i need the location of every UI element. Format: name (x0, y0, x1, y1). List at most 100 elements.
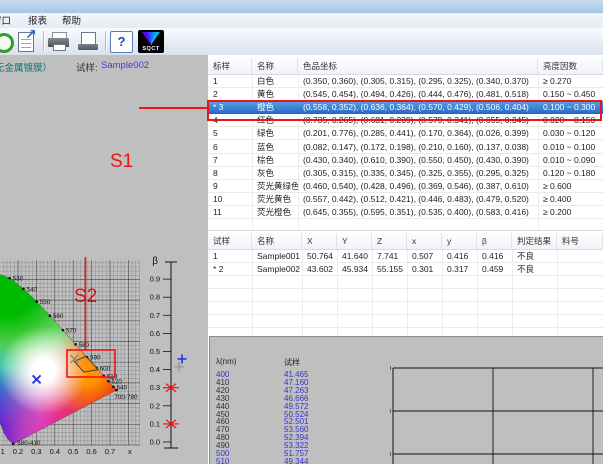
beta-tick-label: 0.9 (150, 275, 160, 284)
empty-row (208, 315, 603, 328)
export-report-icon[interactable]: ↗ (15, 30, 41, 53)
x-axis-tick: 0.3 (31, 447, 41, 456)
cell: 0.120 ~ 0.180 (538, 167, 603, 180)
toolbar-separator (105, 31, 106, 51)
standard-row[interactable]: 8灰色(0.305, 0.315), (0.335, 0.345), (0.32… (208, 167, 603, 180)
menu-item-window[interactable]: 窗口 (0, 15, 11, 28)
cell: 0.030 ~ 0.120 (538, 127, 603, 140)
cell: 不良 (512, 263, 557, 276)
standard-row[interactable]: 5绿色(0.201, 0.776), (0.285, 0.441), (0.17… (208, 127, 603, 140)
cell: (0.557, 0.442), (0.512, 0.421), (0.446, … (298, 193, 538, 206)
empty-row (208, 276, 603, 289)
standard-row[interactable]: 4红色(0.735, 0.265), (0.681, 0.239), (0.57… (208, 114, 603, 127)
reflectance-value: 49.344 (284, 457, 308, 464)
cell: 荧光黄绿色 (252, 180, 298, 193)
x-axis-tick: 0.6 (86, 447, 96, 456)
sample-row[interactable]: * 2Sample00243.60245.93455.1550.3010.317… (208, 263, 603, 276)
sample-row[interactable]: 1Sample00150.76441.6407.7410.5070.4160.4… (208, 250, 603, 263)
column-header[interactable]: 料号 (557, 233, 603, 250)
cell: * 3 (208, 101, 252, 114)
coating-type-text: 无金属镀膜） (0, 60, 52, 74)
cell: 0.317 (442, 263, 477, 276)
column-header[interactable]: x (407, 233, 442, 250)
standard-row[interactable]: 10荧光黄色(0.557, 0.442), (0.512, 0.421), (0… (208, 193, 603, 206)
standard-row[interactable]: 1白色(0.350, 0.360), (0.305, 0.315), (0.29… (208, 75, 603, 88)
cell: 55.155 (372, 263, 407, 276)
locus-dot (35, 300, 38, 303)
y-axis-tick-label: 60 (390, 450, 392, 459)
toolbar: ↗ ? SQCT (0, 28, 603, 56)
column-header[interactable]: 试样 (208, 233, 252, 250)
beta-tick-label: 0.1 (150, 419, 160, 428)
cell: ≥ 0.600 (538, 180, 603, 193)
spectral-chart-svg: 1008060 (390, 335, 603, 464)
sqct-app-window: 窗口 报表 帮助 ↗ ? SQCT 无金属镀膜） 试样: Sample002 S… (0, 0, 603, 464)
locus-label: 570 (66, 328, 77, 335)
x-axis-label: x (128, 447, 132, 456)
cell: ≥ 0.200 (538, 206, 603, 219)
standard-row[interactable]: 7棕色(0.430, 0.340), (0.610, 0.390), (0.55… (208, 154, 603, 167)
locus-label: 600 (100, 365, 111, 372)
locus-label: 590 (90, 355, 101, 362)
sample002-beta-marker (178, 354, 187, 363)
locus-label: 380-410 (17, 440, 41, 447)
cell (557, 263, 603, 276)
cell: 9 (208, 180, 252, 193)
menu-item-help[interactable]: 帮助 (62, 15, 81, 28)
cell: 0.301 (407, 263, 442, 276)
cell: 红色 (252, 114, 298, 127)
beta-tick-label: 0.4 (150, 365, 160, 374)
cell: 0.150 ~ 0.450 (538, 88, 603, 101)
beta-tick-label: 0.3 (150, 383, 160, 392)
x-axis-tick: 0.7 (105, 447, 115, 456)
standard-row[interactable]: 9荧光黄绿色(0.460, 0.540), (0.428, 0.496), (0… (208, 180, 603, 193)
beta-axis: β0.90.80.70.60.50.40.30.20.10.0 (150, 256, 187, 448)
cell: 黄色 (252, 88, 298, 101)
standard-row[interactable]: * 3橙色(0.558, 0.352), (0.636, 0.364), (0.… (208, 101, 603, 114)
column-header[interactable]: Z (372, 233, 407, 250)
cell: 41.640 (337, 250, 372, 263)
cell: (0.735, 0.265), (0.681, 0.239), (0.579, … (298, 114, 538, 127)
column-header[interactable]: Y (337, 233, 372, 250)
column-header[interactable]: y (442, 233, 477, 250)
column-header[interactable]: 名称 (252, 233, 302, 250)
cell: 0.459 (477, 263, 512, 276)
standard-row[interactable]: 11荧光橙色(0.645, 0.355), (0.595, 0.351), (0… (208, 206, 603, 219)
cell: 7.741 (372, 250, 407, 263)
print-icon[interactable] (46, 30, 72, 53)
column-header[interactable]: 色品坐标 (298, 58, 538, 75)
standard-row[interactable]: 6蓝色(0.082, 0.147), (0.172, 0.198), (0.21… (208, 141, 603, 154)
locus-label: 550 (40, 299, 51, 306)
x-axis-tick: 0.4 (50, 447, 60, 456)
column-header[interactable]: β (477, 233, 512, 250)
help-icon[interactable]: ? (109, 30, 135, 53)
sqct-logo-icon[interactable]: SQCT (138, 30, 164, 53)
beta-tick-label: 0.2 (150, 401, 160, 410)
sqct-logo-label: SQCT (138, 46, 164, 52)
beta-tick-label: 0.5 (150, 347, 160, 356)
cell: 棕色 (252, 154, 298, 167)
standard-row[interactable]: 2黄色(0.545, 0.454), (0.494, 0.426), (0.44… (208, 88, 603, 101)
cell: 2 (208, 88, 252, 101)
beta-tick-label: 0.7 (150, 311, 160, 320)
cell: ≥ 0.400 (538, 193, 603, 206)
locus-dot (12, 443, 15, 446)
cell: (0.082, 0.147), (0.172, 0.198), (0.210, … (298, 141, 538, 154)
column-header[interactable]: X (302, 233, 337, 250)
cell: 0.507 (407, 250, 442, 263)
column-header[interactable]: 名称 (252, 58, 298, 75)
title-bar[interactable] (0, 0, 603, 14)
print-preview-icon[interactable] (76, 30, 102, 53)
current-sample-name: Sample002 (101, 60, 149, 71)
locus-dot (22, 288, 25, 291)
cell: (0.201, 0.776), (0.285, 0.441), (0.170, … (298, 127, 538, 140)
column-header[interactable]: 判定结果 (512, 233, 557, 250)
cell: 8 (208, 167, 252, 180)
connection-icon[interactable] (0, 30, 16, 53)
cell: 荧光橙色 (252, 206, 298, 219)
column-header[interactable]: 标样 (208, 58, 252, 75)
column-header[interactable]: 亮度因数 (538, 58, 603, 75)
locus-dot (8, 277, 11, 280)
toolbar-separator (43, 31, 44, 51)
cell: (0.430, 0.340), (0.610, 0.390), (0.550, … (298, 154, 538, 167)
